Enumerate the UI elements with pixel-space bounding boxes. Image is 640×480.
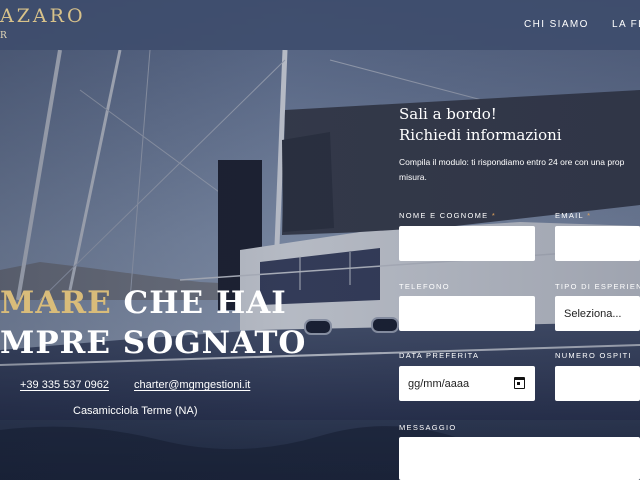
guests-label: NUMERO OSPITI	[555, 351, 632, 360]
address-text: Casamicciola Terme (NA)	[73, 405, 198, 417]
email-label-text: EMAIL	[555, 211, 584, 220]
form-intro: Compila il modulo: ti rispondiamo entro …	[399, 155, 624, 185]
hero-title-line-1: MARE CHE HAI	[0, 285, 287, 321]
form-intro-line-1: Compila il modulo: ti rispondiamo entro …	[399, 157, 625, 167]
brand-logo[interactable]: AZARO	[0, 5, 86, 27]
guests-field[interactable]	[555, 366, 640, 401]
experience-select[interactable]: Seleziona...	[555, 296, 640, 331]
hero-title: MARE CHE HAI MPRE SOGNATO	[0, 283, 305, 361]
phone-link[interactable]: +39 335 537 0962	[20, 379, 109, 391]
date-field-value: gg/mm/aaaa	[408, 377, 470, 390]
nav-link-chi-siamo[interactable]: CHI SIAMO	[524, 19, 589, 30]
required-mark: *	[491, 211, 497, 220]
email-field[interactable]	[555, 226, 640, 261]
message-label: MESSAGGIO	[399, 423, 457, 432]
date-field[interactable]: gg/mm/aaaa	[399, 366, 535, 401]
nav-link-la-flotta[interactable]: LA FL	[612, 19, 640, 30]
hero-title-accent: MARE	[0, 285, 112, 321]
brand-tagline: R	[0, 31, 9, 41]
phone-label: TELEFONO	[399, 282, 450, 291]
name-field[interactable]	[399, 226, 535, 261]
name-label: NOME E COGNOME *	[399, 211, 496, 220]
calendar-icon[interactable]	[514, 377, 525, 389]
required-mark: *	[587, 211, 592, 220]
email-label: EMAIL *	[555, 211, 591, 220]
form-intro-line-2: misura.	[399, 172, 427, 182]
form-title: Sali a bordo! Richiedi informazioni	[399, 104, 562, 146]
experience-label: TIPO DI ESPERIENZA	[555, 282, 640, 291]
email-link[interactable]: charter@mgmgestioni.it	[134, 379, 250, 391]
hero-title-rest: CHE HAI	[111, 285, 287, 321]
hero-title-line-2: MPRE SOGNATO	[0, 325, 307, 361]
date-label: DATA PREFERITA	[399, 351, 480, 360]
name-label-text: NOME E COGNOME	[399, 211, 489, 220]
phone-field[interactable]	[399, 296, 535, 331]
form-title-line-2: Richiedi informazioni	[399, 126, 562, 144]
form-title-line-1: Sali a bordo!	[399, 105, 497, 123]
message-field[interactable]	[399, 437, 640, 480]
top-navbar: AZARO R CHI SIAMO LA FL	[0, 0, 640, 50]
